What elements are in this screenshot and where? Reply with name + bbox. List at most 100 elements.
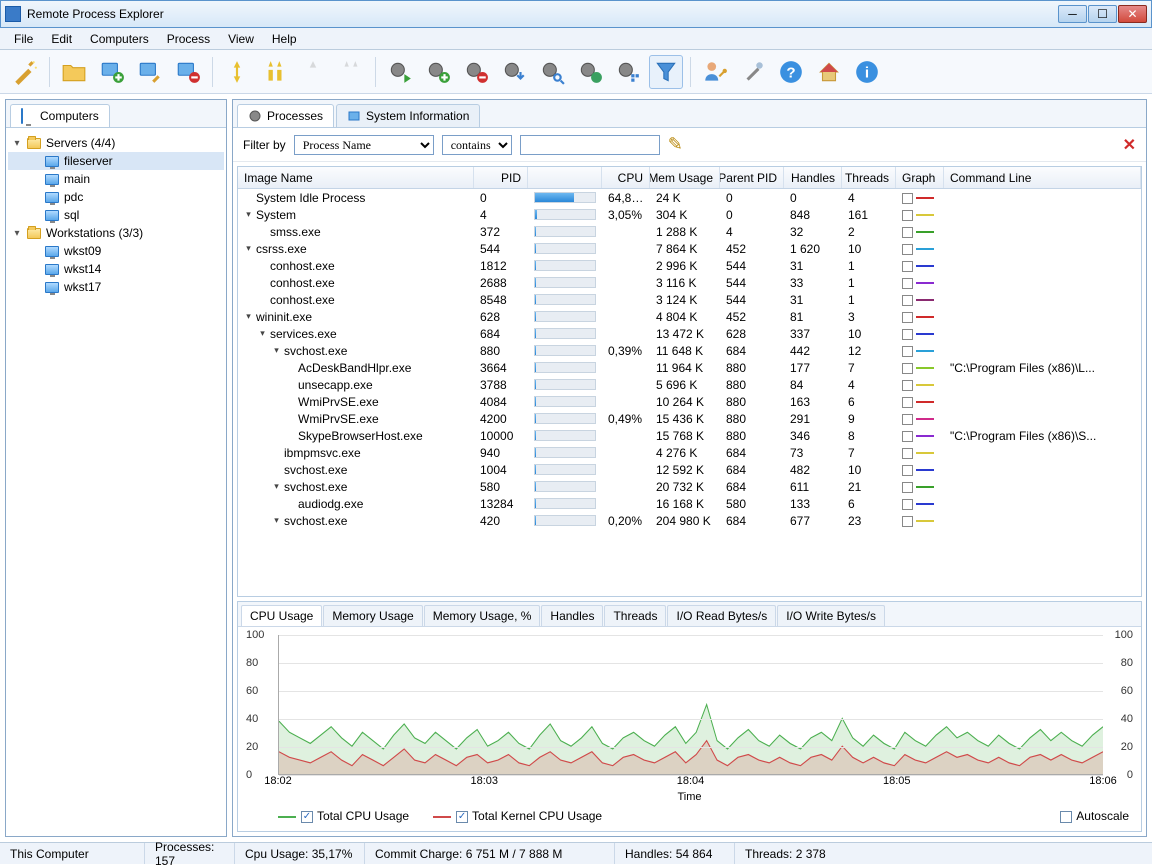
filter-button[interactable] [649, 55, 683, 89]
column-header[interactable]: Parent PID [720, 167, 784, 188]
gear-remove-button[interactable] [459, 55, 493, 89]
process-row[interactable]: ▾System 4 3,05% 304 K 0 848 161 [238, 206, 1141, 223]
graph-check[interactable] [902, 499, 913, 510]
process-row[interactable]: SkypeBrowserHost.exe 10000 15 768 K 880 … [238, 427, 1141, 444]
column-header[interactable]: Command Line [944, 167, 1141, 188]
filter-field-select[interactable]: Process Name [294, 135, 434, 155]
user-key-button[interactable] [698, 55, 732, 89]
process-row[interactable]: smss.exe 372 1 288 K 4 32 2 [238, 223, 1141, 240]
graph-check[interactable] [902, 516, 913, 527]
process-row[interactable]: conhost.exe 8548 3 124 K 544 31 1 [238, 291, 1141, 308]
settings-button[interactable] [736, 55, 770, 89]
refresh-button[interactable] [220, 55, 254, 89]
graph-check[interactable] [902, 210, 913, 221]
column-header[interactable]: PID [474, 167, 528, 188]
graph-check[interactable] [902, 295, 913, 306]
gear-web-button[interactable] [573, 55, 607, 89]
tab-system-information[interactable]: System Information [336, 104, 480, 127]
open-folder-button[interactable] [57, 55, 91, 89]
process-row[interactable]: ibmpmsvc.exe 940 4 276 K 684 73 7 [238, 444, 1141, 461]
menu-computers[interactable]: Computers [82, 30, 157, 48]
graph-check[interactable] [902, 278, 913, 289]
process-row[interactable]: ▾svchost.exe 580 20 732 K 684 611 21 [238, 478, 1141, 495]
column-header[interactable]: CPU [602, 167, 650, 188]
process-row[interactable]: conhost.exe 2688 3 116 K 544 33 1 [238, 274, 1141, 291]
gear-download-button[interactable] [497, 55, 531, 89]
menu-help[interactable]: Help [264, 30, 305, 48]
menu-file[interactable]: File [6, 30, 41, 48]
grid-header[interactable]: Image NamePID CPUMem UsageParent PIDHandl… [238, 167, 1141, 189]
graph-check[interactable] [902, 312, 913, 323]
column-header[interactable]: Image Name [238, 167, 474, 188]
graph-check[interactable] [902, 397, 913, 408]
gear-run-button[interactable] [383, 55, 417, 89]
graph-check[interactable] [902, 346, 913, 357]
tree-item[interactable]: wkst09 [8, 242, 224, 260]
tree-item[interactable]: fileserver [8, 152, 224, 170]
menu-process[interactable]: Process [159, 30, 218, 48]
menu-view[interactable]: View [220, 30, 262, 48]
tree-item[interactable]: main [8, 170, 224, 188]
home-button[interactable] [812, 55, 846, 89]
chart-tab[interactable]: CPU Usage [241, 605, 322, 626]
column-header[interactable] [528, 167, 602, 188]
legend-check-kernel[interactable]: ✓ [456, 811, 468, 823]
tree-item[interactable]: wkst14 [8, 260, 224, 278]
edit-computer-button[interactable] [133, 55, 167, 89]
process-row[interactable]: System Idle Process 0 64,83% 24 K 0 0 4 [238, 189, 1141, 206]
menu-edit[interactable]: Edit [43, 30, 80, 48]
graph-check[interactable] [902, 244, 913, 255]
tab-computers[interactable]: Computers [10, 104, 110, 127]
computers-tree[interactable]: ▾Servers (4/4)fileservermainpdcsql▾Works… [6, 128, 226, 836]
graph-check[interactable] [902, 227, 913, 238]
filter-op-select[interactable]: contains [442, 135, 512, 155]
legend-check-total[interactable]: ✓ [301, 811, 313, 823]
process-row[interactable]: WmiPrvSE.exe 4200 0,49% 15 436 K 880 291… [238, 410, 1141, 427]
process-row[interactable]: ▾csrss.exe 544 7 864 K 452 1 620 10 [238, 240, 1141, 257]
tree-item[interactable]: sql [8, 206, 224, 224]
remove-computer-button[interactable] [171, 55, 205, 89]
gear-add-button[interactable] [421, 55, 455, 89]
brush-icon[interactable]: ✎ [668, 134, 683, 155]
info-button[interactable]: i [850, 55, 884, 89]
graph-check[interactable] [902, 448, 913, 459]
graph-check[interactable] [902, 414, 913, 425]
tab-processes[interactable]: Processes [237, 104, 334, 127]
wizard-button[interactable] [8, 55, 42, 89]
graph-check[interactable] [902, 261, 913, 272]
chart-tab[interactable]: Threads [604, 605, 666, 626]
chart-tab[interactable]: I/O Write Bytes/s [777, 605, 885, 626]
process-row[interactable]: audiodg.exe 13284 16 168 K 580 133 6 [238, 495, 1141, 512]
graph-check[interactable] [902, 431, 913, 442]
chart-tab[interactable]: Handles [541, 605, 603, 626]
graph-check[interactable] [902, 193, 913, 204]
grid-body[interactable]: System Idle Process 0 64,83% 24 K 0 0 4 … [238, 189, 1141, 596]
tree-item[interactable]: pdc [8, 188, 224, 206]
close-button[interactable]: ✕ [1118, 5, 1147, 23]
add-computer-button[interactable] [95, 55, 129, 89]
chart-tab[interactable]: I/O Read Bytes/s [667, 605, 776, 626]
graph-check[interactable] [902, 363, 913, 374]
process-row[interactable]: conhost.exe 1812 2 996 K 544 31 1 [238, 257, 1141, 274]
filter-close-icon[interactable]: ✕ [1123, 135, 1136, 155]
column-header[interactable]: Threads [842, 167, 896, 188]
gear-tree-button[interactable] [611, 55, 645, 89]
chart-tab[interactable]: Memory Usage, % [424, 605, 541, 626]
process-row[interactable]: ▾services.exe 684 13 472 K 628 337 10 [238, 325, 1141, 342]
process-row[interactable]: WmiPrvSE.exe 4084 10 264 K 880 163 6 [238, 393, 1141, 410]
graph-check[interactable] [902, 482, 913, 493]
tree-item[interactable]: ▾Workstations (3/3) [8, 224, 224, 242]
column-header[interactable]: Handles [784, 167, 842, 188]
autoscale-check[interactable]: ✓ [1060, 811, 1072, 823]
process-row[interactable]: AcDeskBandHlpr.exe 3664 11 964 K 880 177… [238, 359, 1141, 376]
tree-item[interactable]: wkst17 [8, 278, 224, 296]
graph-check[interactable] [902, 380, 913, 391]
graph-check[interactable] [902, 465, 913, 476]
tree-item[interactable]: ▾Servers (4/4) [8, 134, 224, 152]
column-header[interactable]: Mem Usage [650, 167, 720, 188]
process-row[interactable]: ▾svchost.exe 420 0,20% 204 980 K 684 677… [238, 512, 1141, 529]
process-row[interactable]: svchost.exe 1004 12 592 K 684 482 10 [238, 461, 1141, 478]
help-button[interactable]: ? [774, 55, 808, 89]
filter-value-input[interactable] [520, 135, 660, 155]
graph-check[interactable] [902, 329, 913, 340]
